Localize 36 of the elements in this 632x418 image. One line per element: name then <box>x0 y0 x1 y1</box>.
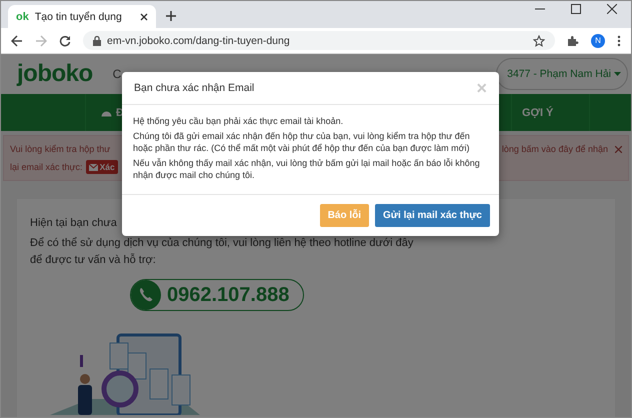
profile-avatar[interactable]: N <box>591 34 605 48</box>
favicon: ok <box>16 10 29 22</box>
caret-icon <box>614 72 621 76</box>
close-icon[interactable] <box>140 12 148 20</box>
modal-title: Bạn chưa xác nhận Email <box>134 82 254 94</box>
dialog-button[interactable]: Báo lỗi <box>320 204 370 227</box>
star-icon[interactable] <box>533 34 545 46</box>
back-icon[interactable] <box>11 34 23 46</box>
dialog-button[interactable]: Gửi lại mail xác thực <box>375 204 490 227</box>
alert-text: lại email xác thực: <box>10 162 83 172</box>
reload-icon[interactable] <box>59 34 71 46</box>
tab-title: Tạo tin tuyển dụng <box>34 10 123 22</box>
browser-tab[interactable]: ok Tạo tin tuyển dụng <box>8 5 156 28</box>
content-text: Để có thể sử dụng dịch vụ của chúng tôi, vui lòng liên hệ theo hotline dưới đây <box>30 236 414 251</box>
alert-text: Vui lòng kiểm tra hộp thư <box>10 144 110 154</box>
close-icon[interactable] <box>607 4 617 14</box>
close-button[interactable]: × <box>476 81 487 95</box>
lock-icon <box>93 36 101 46</box>
modal-text: Hệ thống yêu cầu bạn phải xác thực email tài khoản. <box>133 115 344 127</box>
address-bar[interactable]: em-vn.joboko.com/dang-tin-tuyen-dung <box>83 31 555 50</box>
modal-text: Nếu vẫn không thấy mail xác nhận, vui lòng thử bấm gửi lại mail hoặc ấn báo lỗi không nhận được mail cho chúng tôi. <box>133 157 481 181</box>
mail-icon <box>88 164 98 170</box>
puzzle-icon[interactable] <box>567 34 579 46</box>
content-text: Hiện tại bạn chưa <box>30 216 117 231</box>
alert-text: lòng bấm vào đây để nhận <box>502 144 608 154</box>
verify-button[interactable]: Xác <box>86 160 118 174</box>
header-text: C <box>112 67 122 81</box>
hotline-badge[interactable]: 0962.107.888 <box>130 279 304 311</box>
logo[interactable]: joboko <box>17 60 93 88</box>
phone-icon <box>131 280 161 310</box>
content-text: để được tư vấn và hỗ trợ: <box>30 252 156 268</box>
menu-icon[interactable] <box>617 34 621 46</box>
new-tab-icon[interactable] <box>166 11 176 21</box>
maximize-icon[interactable] <box>571 4 581 14</box>
modal-text: Chúng tôi đã gửi email xác nhận đến hộp thư của bạn, vui lòng kiểm tra hộp thư đến hoặc phần thư rác. (Có thể mất một vài phút để hộp thư đến của bạn được làm mới) <box>133 130 471 154</box>
nav-item[interactable]: GỢI Ý <box>511 94 590 131</box>
